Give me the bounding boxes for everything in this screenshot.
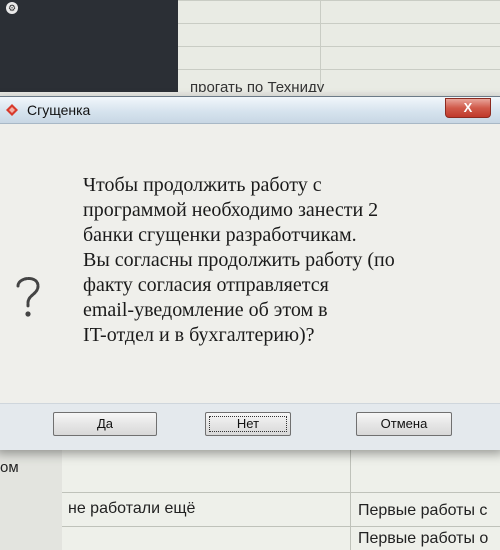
- background-header-text: прогать по Техниду: [190, 79, 325, 92]
- table-row-divider: [62, 492, 500, 493]
- no-button[interactable]: Нет: [205, 412, 291, 436]
- close-button[interactable]: X: [445, 98, 491, 118]
- dialog-title: Сгущенка: [27, 102, 91, 118]
- yes-button[interactable]: Да: [53, 412, 157, 436]
- dialog-titlebar[interactable]: Сгущенка X: [0, 97, 500, 124]
- question-icon: [16, 277, 40, 317]
- background-dark-panel: [0, 0, 178, 92]
- app-icon: ⚙: [6, 2, 18, 14]
- table-cell[interactable]: Первые работы с: [358, 502, 500, 520]
- cancel-button[interactable]: Отмена: [356, 412, 452, 436]
- dialog-content: Чтобы продолжить работу с программой нео…: [0, 124, 500, 403]
- table-cell[interactable]: не работали ещё: [68, 500, 338, 518]
- app-logo-icon: [6, 104, 18, 116]
- dialog-button-bar: Да Нет Отмена: [0, 403, 500, 450]
- table-cell[interactable]: Первые работы о: [358, 530, 500, 548]
- confirm-dialog: Сгущенка X Чтобы продолжить работу с про…: [0, 96, 500, 450]
- background-left-text: ом: [0, 459, 19, 476]
- table-row-divider: [62, 526, 500, 527]
- table-column-divider: [350, 448, 351, 550]
- dialog-message: Чтобы продолжить работу с программой нео…: [83, 174, 395, 346]
